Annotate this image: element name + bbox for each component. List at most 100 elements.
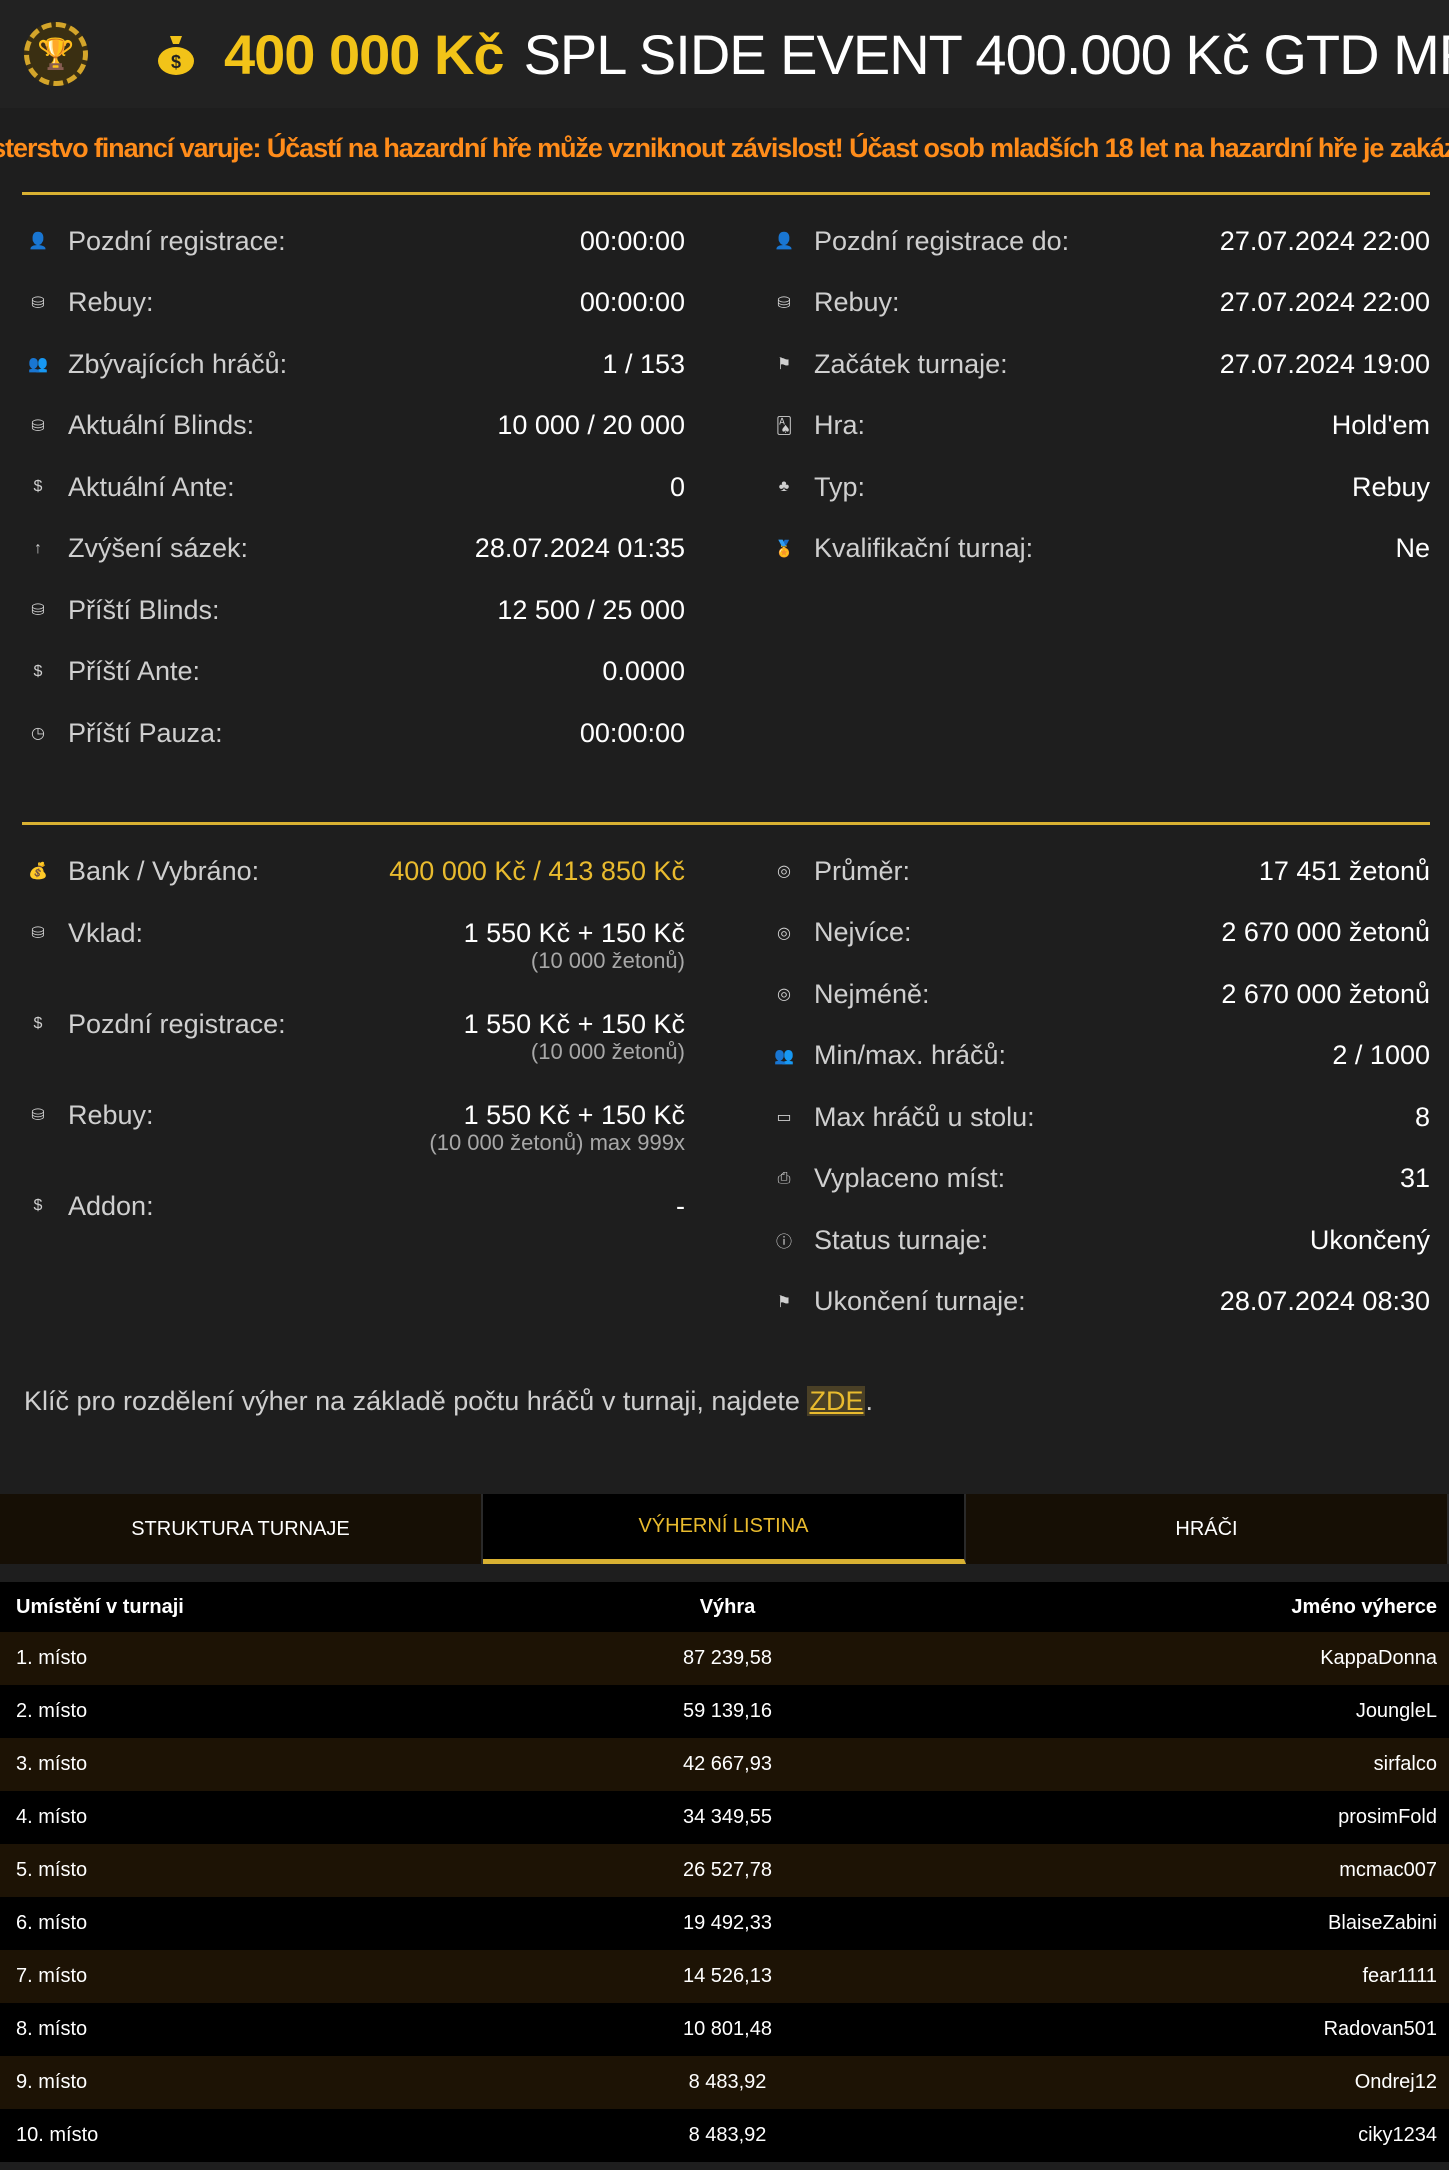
info-row: ⛁ Příští Blinds: 12 500 / 25 000 [24,590,685,630]
winner-cell: BlaiseZabini [1328,1912,1437,1934]
info-value: 27.07.2024 19:00 [1219,348,1430,379]
info-label: Vyplaceno míst: [814,1163,1006,1193]
info-label: Max hráčů u stolu: [814,1101,1035,1132]
user-plus-icon: 👤 [28,233,48,250]
info-row: 👤 Pozdní registrace: 00:00:00 [24,221,685,261]
prize-pool-amount: 400 000 Kč [224,22,505,86]
place-cell: 9. místo [16,2071,88,2093]
info-label: Začátek turnaje: [814,348,1008,379]
prize-cell: 87 239,58 [683,1647,772,1669]
column-header-winner: Jméno výherce [1291,1595,1437,1618]
info-row: $ Příští Ante: 0.0000 [24,652,685,692]
column-header-place: Umístění v turnaji [16,1595,184,1618]
prize-cell: 19 492,33 [683,1912,772,1934]
info-label: Hra: [814,410,866,440]
info-value: 00:00:00 [579,287,685,317]
users-icon: 👥 [774,1047,794,1065]
info-row: ⚑ Začátek turnaje: 27.07.2024 19:00 [770,344,1430,384]
info-label: Nejvíce: [814,917,912,947]
info-value: 12 500 / 25 000 [497,594,685,625]
prize-cell: 34 349,55 [683,1806,772,1828]
tournament-tabs: STRUKTURA TURNAJE VÝHERNÍ LISTINA HRÁČI [0,1494,1449,1564]
info-row: ↑ Zvýšení sázek: 28.07.2024 01:35 [24,529,685,569]
warning-text: Ministerstvo financí varuje: Účastí na h… [0,132,1449,163]
place-cell: 6. místo [16,1912,88,1934]
info-row: 👤 Pozdní registrace do: 27.07.2024 22:00 [770,221,1430,261]
info-value: 31 [1399,1163,1430,1193]
info-value: 17 451 žetonů [1258,855,1430,886]
tab-players[interactable]: HRÁČI [966,1494,1449,1564]
info-label: Aktuální Ante: [68,471,235,502]
info-value: 27.07.2024 22:00 [1219,287,1430,317]
table-row: 9. místo 8 483,92 Ondrej12 [0,2056,1449,2109]
info-row: ⎙ Vyplaceno míst: 31 [770,1159,1430,1199]
info-value: 00:00:00 [579,717,685,748]
winner-cell: Ondrej12 [1354,2071,1437,2093]
prize-cell: 8 483,92 [688,2071,767,2093]
info-icon: ⓘ [775,1234,792,1251]
suits-icon: ♣ [778,478,790,495]
place-cell: 2. místo [16,1700,88,1722]
info-label: Pozdní registrace: [68,1008,286,1039]
table-header: Umístění v turnaji Výhra Jméno výherce [0,1582,1449,1632]
info-value: Hold'em [1331,410,1430,440]
place-cell: 10. místo [16,2124,99,2146]
flag-icon: ⚑ [776,356,792,373]
winner-cell: Radovan501 [1323,2018,1437,2040]
info-row: ⛁ Rebuy: 27.07.2024 22:00 [770,283,1430,323]
table-body: 1. místo 87 239,58 KappaDonna 2. místo 59 13… [0,1632,1449,2162]
info-label: Průměr: [814,855,911,886]
info-right-column: 👤 Pozdní registrace do: 27.07.2024 22:00 ⛁ R… [770,221,1430,564]
info-label: Rebuy: [68,287,154,317]
table-icon: ▭ [776,1109,792,1126]
info-row: ⛁ Rebuy: 00:00:00 [24,283,685,323]
dollar-coin-icon: $ [33,478,43,495]
table-row: 1. místo 87 239,58 KappaDonna [0,1632,1449,1685]
info-label: Addon: [68,1190,154,1221]
payout-key-label: Klíč pro rozdělení výher na základě počt… [24,1386,808,1416]
info-subvalue: (10 000 žetonů) [530,948,685,973]
info-subvalue: (10 000 žetonů) [530,1039,685,1064]
info-value: 28.07.2024 08:30 [1219,1286,1430,1316]
place-cell: 1. místo [16,1647,88,1669]
place-cell: 3. místo [16,1753,88,1775]
svg-text:$: $ [171,52,181,72]
info-row: 🂡 Hra: Hold'em [770,406,1430,446]
info-row-rebuy: ⛁ Rebuy: 1 550 Kč + 150 Kč [24,1095,685,1135]
info-label: Příští Ante: [68,656,201,686]
arrow-up-circle-icon: ↑ [34,539,42,557]
place-cell: 5. místo [16,1859,88,1881]
info-row: ◎ Nejméně: 2 670 000 žetonů [770,974,1430,1014]
winner-cell: JoungleL [1355,1700,1437,1722]
payout-key-link[interactable]: ZDE [807,1386,866,1416]
info-value: 1 / 153 [602,348,685,379]
info-value: 28.07.2024 01:35 [474,533,685,563]
clock-icon: ◷ [31,725,45,742]
info-label: Status turnaje: [814,1224,989,1255]
divider [22,822,1430,825]
trophy-icon: 🏆 [24,22,88,86]
info-row-late-registration: $ Pozdní registrace: 1 550 Kč + 150 Kč [24,1004,685,1044]
info-row: ⚑ Ukončení turnaje: 28.07.2024 08:30 [770,1282,1430,1322]
tab-payouts[interactable]: VÝHERNÍ LISTINA [483,1494,966,1564]
info-label: Příští Pauza: [68,717,223,748]
prize-cell: 10 801,48 [683,2018,772,2040]
info-label: Rebuy: [68,1099,154,1130]
info-value: 00:00:00 [579,225,685,256]
users-icon: 👥 [28,356,48,373]
winner-cell: mcmac007 [1339,1859,1437,1881]
place-cell: 8. místo [16,2018,88,2040]
info-label: Zvýšení sázek: [68,533,249,563]
winner-cell: prosimFold [1338,1806,1437,1828]
info-value: 2 670 000 žetonů [1221,978,1430,1009]
chip-icon: ◎ [777,863,791,880]
tab-structure[interactable]: STRUKTURA TURNAJE [0,1494,483,1564]
info-row: 👥 Min/max. hráčů: 2 / 1000 [770,1036,1430,1076]
chip-icon: ◎ [777,924,791,942]
info-row: ⓘ Status turnaje: Ukončený [770,1220,1430,1260]
moneybag-icon: $ [150,28,202,80]
info-value: Rebuy [1351,471,1430,502]
flag-icon: ⚑ [776,1293,792,1311]
info-value: 1 550 Kč + 150 Kč [463,1099,685,1130]
prize-cell: 42 667,93 [683,1753,772,1775]
